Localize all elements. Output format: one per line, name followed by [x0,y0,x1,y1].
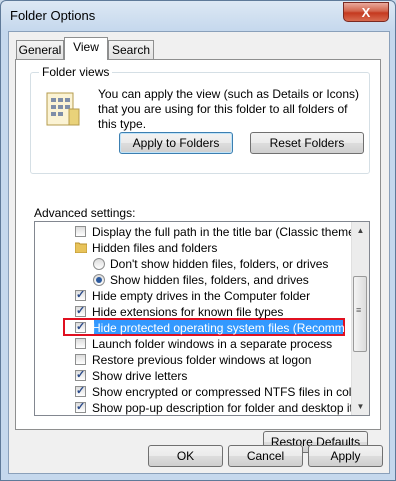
cancel-button[interactable]: Cancel [228,445,303,467]
setting-launch-separate-process[interactable]: Launch folder windows in a separate proc… [35,336,353,352]
checkbox[interactable]: ✓ [75,289,86,301]
radio-dont-show-hidden[interactable]: Don't show hidden files, folders, or dri… [35,256,353,272]
checkbox[interactable] [75,226,86,237]
setting-label: Display the full path in the title bar (… [92,225,370,239]
check-icon: ✓ [76,289,86,301]
checkbox[interactable]: ✓ [75,385,86,397]
check-icon: ✓ [76,385,86,397]
tab-general[interactable]: General [16,40,64,59]
setting-label: Restore previous folder windows at logon [92,353,312,367]
checkbox[interactable] [75,354,86,365]
setting-restore-windows[interactable]: Restore previous folder windows at logon [35,352,353,368]
setting-show-popup-description[interactable]: ✓ Show pop-up description for folder and… [35,400,369,415]
folder-icon [75,242,87,253]
setting-label: Show hidden files, folders, and drives [110,273,309,287]
check-icon: ✓ [76,305,86,317]
apply-to-folders-button[interactable]: Apply to Folders [119,132,233,154]
folder-views-description: You can apply the view (such as Details … [98,87,360,131]
scroll-down-icon[interactable]: ▼ [352,398,369,415]
apply-button[interactable]: Apply [308,445,383,467]
folder-views-icon [46,92,80,126]
folder-views-legend: Folder views [39,65,113,79]
setting-label: Hidden files and folders [92,241,218,255]
window-title: Folder Options [10,8,96,23]
setting-display-full-path[interactable]: Display the full path in the title bar (… [35,224,369,240]
check-icon: ✓ [76,401,86,413]
close-button[interactable]: X [343,2,389,22]
setting-show-drive-letters[interactable]: ✓ Show drive letters [35,368,353,384]
advanced-settings-label: Advanced settings: [34,206,136,220]
folder-views-group: Folder views You can apply the view (suc… [30,65,370,174]
radio-button[interactable] [93,274,105,286]
tab-general-label: General [18,43,62,57]
tab-search-label: Search [111,43,151,57]
setting-label: Hide empty drives in the Computer folder [92,289,311,303]
tab-search[interactable]: Search [108,40,154,59]
radio-show-hidden[interactable]: Show hidden files, folders, and drives [35,272,353,288]
checkbox[interactable]: ✓ [75,369,86,381]
ok-button[interactable]: OK [148,445,223,467]
tab-view-label: View [73,40,99,54]
close-icon: X [361,5,371,20]
scroll-thumb[interactable]: ≡ [353,276,367,352]
setting-hide-extensions[interactable]: ✓ Hide extensions for known file types [35,304,353,320]
vertical-scrollbar[interactable]: ▲ ≡ ▼ [351,222,369,415]
advanced-settings-list[interactable]: Display the full path in the title bar (… [34,221,370,416]
setting-show-encrypted-color[interactable]: ✓ Show encrypted or compressed NTFS file… [35,384,362,400]
title-bar[interactable]: Folder Options X [1,1,395,31]
check-icon: ✓ [76,369,86,381]
setting-label: Show drive letters [92,369,188,383]
radio-dot [96,277,102,283]
checkbox[interactable]: ✓ [75,305,86,317]
checkbox[interactable]: ✓ [75,321,86,333]
radio-button[interactable] [93,258,105,270]
setting-hidden-files-folder: Hidden files and folders [35,240,353,256]
folder-options-window: Folder Options X General View Search Fol… [0,0,396,481]
check-icon: ✓ [76,321,86,333]
setting-label: Show encrypted or compressed NTFS files … [92,385,363,399]
setting-label: Don't show hidden files, folders, or dri… [110,257,329,271]
setting-hide-protected-os-files[interactable]: ✓ Hide protected operating system files … [35,320,369,336]
setting-label: Hide extensions for known file types [92,305,284,319]
view-tab-panel: Folder views You can apply the view (suc… [15,59,381,453]
checkbox[interactable] [75,338,86,349]
reset-folders-button[interactable]: Reset Folders [250,132,364,154]
setting-hide-empty-drives[interactable]: ✓ Hide empty drives in the Computer fold… [35,288,353,304]
setting-label: Launch folder windows in a separate proc… [92,337,333,351]
setting-label: Hide protected operating system files (R… [92,321,370,335]
scroll-up-icon[interactable]: ▲ [352,222,369,239]
setting-label: Show pop-up description for folder and d… [92,401,370,415]
grip-icon: ≡ [356,305,362,315]
checkbox[interactable]: ✓ [75,401,86,413]
tab-view[interactable]: View [64,37,108,60]
dialog-client: General View Search Folder views You can… [8,31,390,474]
